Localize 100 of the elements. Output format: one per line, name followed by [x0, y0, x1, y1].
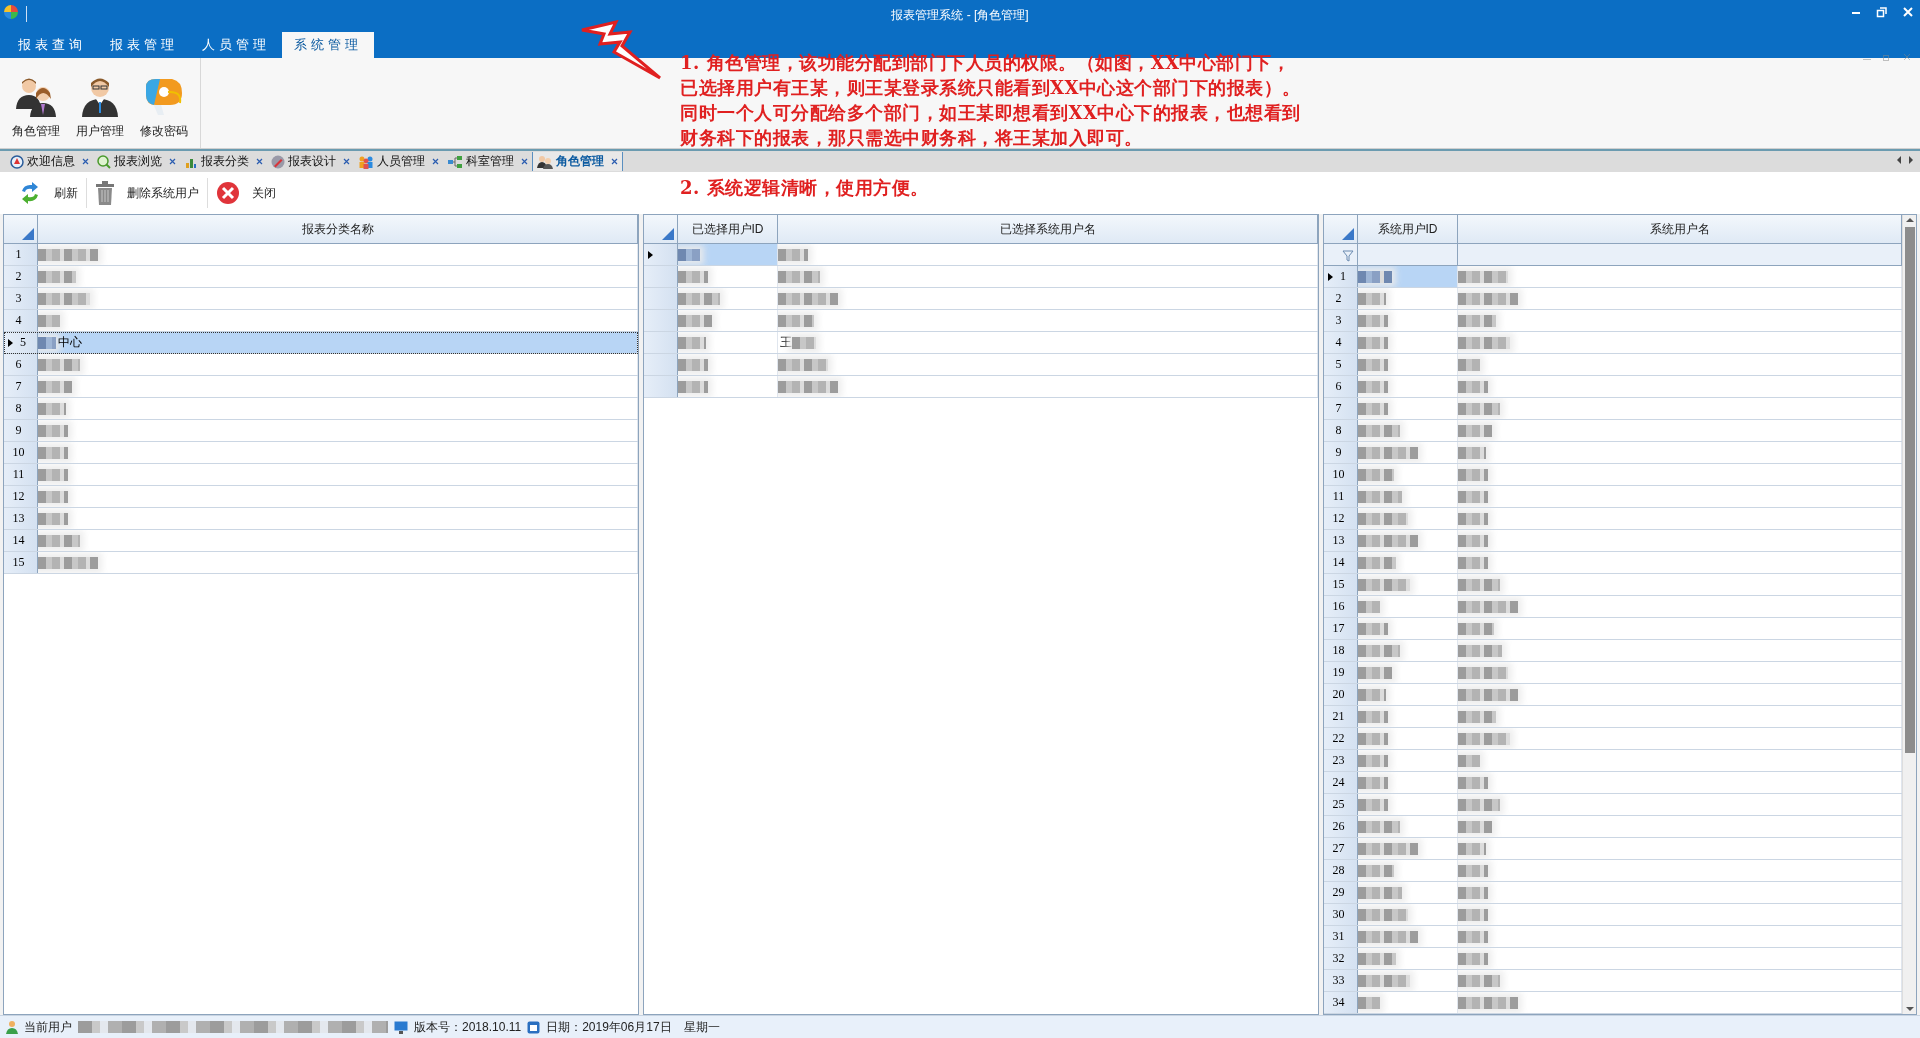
close-icon[interactable]: [82, 158, 89, 165]
row-header[interactable]: 4: [1324, 332, 1358, 353]
row-header[interactable]: 5: [1324, 354, 1358, 375]
table-cell[interactable]: [1358, 442, 1458, 463]
row-header[interactable]: 3: [4, 288, 38, 309]
document-tab[interactable]: 报表浏览: [93, 152, 180, 171]
table-cell[interactable]: [1358, 310, 1458, 331]
row-header[interactable]: 29: [1324, 882, 1358, 903]
table-cell[interactable]: [778, 288, 1318, 309]
ribbon-button[interactable]: 修改密码: [134, 62, 194, 144]
row-header[interactable]: 6: [4, 354, 38, 375]
close-icon[interactable]: [521, 158, 528, 165]
row-header[interactable]: 24: [1324, 772, 1358, 793]
close-icon[interactable]: [169, 158, 176, 165]
table-cell[interactable]: [38, 486, 638, 507]
table-cell[interactable]: [1458, 794, 1902, 815]
table-cell[interactable]: [1358, 332, 1458, 353]
toolbar-button[interactable]: 刷新: [10, 176, 86, 210]
table-cell[interactable]: [1458, 310, 1902, 331]
table-cell[interactable]: [1358, 794, 1458, 815]
row-header[interactable]: 15: [1324, 574, 1358, 595]
table-cell[interactable]: [1358, 728, 1458, 749]
table-cell[interactable]: [38, 244, 638, 265]
table-cell[interactable]: [38, 420, 638, 441]
table-cell[interactable]: [1458, 772, 1902, 793]
table-cell[interactable]: [1358, 596, 1458, 617]
table-cell[interactable]: [1458, 750, 1902, 771]
ribbon-button[interactable]: 角色管理: [6, 62, 66, 144]
row-header[interactable]: 13: [1324, 530, 1358, 551]
row-header[interactable]: 27: [1324, 838, 1358, 859]
table-cell[interactable]: [678, 266, 778, 287]
table-cell[interactable]: [1358, 574, 1458, 595]
table-cell[interactable]: [678, 354, 778, 375]
table-cell[interactable]: [1458, 706, 1902, 727]
row-header[interactable]: 25: [1324, 794, 1358, 815]
table-cell[interactable]: [678, 332, 778, 353]
close-icon[interactable]: [343, 158, 350, 165]
table-cell[interactable]: [1358, 420, 1458, 441]
row-header[interactable]: 15: [4, 552, 38, 573]
row-header[interactable]: 28: [1324, 860, 1358, 881]
row-header[interactable]: 6: [1324, 376, 1358, 397]
table-cell[interactable]: [1458, 354, 1902, 375]
document-tab[interactable]: 人员管理: [354, 152, 443, 171]
row-header[interactable]: 12: [1324, 508, 1358, 529]
table-cell[interactable]: [1458, 266, 1902, 287]
table-cell[interactable]: [1358, 398, 1458, 419]
table-cell[interactable]: [38, 530, 638, 551]
table-cell[interactable]: [1458, 948, 1902, 969]
table-cell[interactable]: [1358, 486, 1458, 507]
table-cell[interactable]: [1358, 530, 1458, 551]
row-header[interactable]: 31: [1324, 926, 1358, 947]
table-cell[interactable]: 中心: [38, 332, 638, 353]
document-tab[interactable]: 角色管理: [532, 152, 623, 171]
table-cell[interactable]: [1458, 926, 1902, 947]
ribbon-tab[interactable]: 报表查询: [6, 32, 98, 58]
table-cell[interactable]: [1358, 860, 1458, 881]
row-header[interactable]: 9: [1324, 442, 1358, 463]
row-header[interactable]: 22: [1324, 728, 1358, 749]
ribbon-tab[interactable]: 系统管理: [282, 32, 374, 58]
table-cell[interactable]: [38, 464, 638, 485]
table-cell[interactable]: [778, 244, 1318, 265]
table-cell[interactable]: [1358, 618, 1458, 639]
table-cell[interactable]: [1458, 486, 1902, 507]
row-header[interactable]: 13: [4, 508, 38, 529]
table-cell[interactable]: [1458, 640, 1902, 661]
row-header[interactable]: 11: [4, 464, 38, 485]
table-cell[interactable]: [1458, 464, 1902, 485]
table-cell[interactable]: [38, 266, 638, 287]
restore-icon[interactable]: [1882, 52, 1892, 62]
row-header[interactable]: 2: [4, 266, 38, 287]
close-icon[interactable]: [432, 158, 439, 165]
row-header[interactable]: 14: [4, 530, 38, 551]
table-cell[interactable]: [1458, 530, 1902, 551]
table-cell[interactable]: [1358, 288, 1458, 309]
row-header[interactable]: [644, 244, 678, 265]
table-cell[interactable]: [38, 508, 638, 529]
row-header[interactable]: 18: [1324, 640, 1358, 661]
table-cell[interactable]: [678, 376, 778, 397]
scroll-left-icon[interactable]: [1896, 156, 1902, 164]
filter-icon[interactable]: [1342, 250, 1354, 262]
table-cell[interactable]: [1358, 904, 1458, 925]
table-cell[interactable]: [1358, 662, 1458, 683]
table-cell[interactable]: 王: [778, 332, 1318, 353]
row-header[interactable]: 3: [1324, 310, 1358, 331]
row-header[interactable]: 8: [1324, 420, 1358, 441]
ribbon-tab[interactable]: 报表管理: [98, 32, 190, 58]
row-header[interactable]: 30: [1324, 904, 1358, 925]
row-header[interactable]: 32: [1324, 948, 1358, 969]
row-header[interactable]: 7: [1324, 398, 1358, 419]
table-cell[interactable]: [1458, 574, 1902, 595]
table-cell[interactable]: [1458, 970, 1902, 991]
table-cell[interactable]: [778, 266, 1318, 287]
row-header[interactable]: 17: [1324, 618, 1358, 639]
ribbon-tab[interactable]: 人员管理: [190, 32, 282, 58]
table-cell[interactable]: [1458, 904, 1902, 925]
document-tab[interactable]: 科室管理: [443, 152, 532, 171]
table-cell[interactable]: [1458, 992, 1902, 1013]
row-header[interactable]: 2: [1324, 288, 1358, 309]
table-cell[interactable]: [38, 310, 638, 331]
table-cell[interactable]: [1358, 354, 1458, 375]
